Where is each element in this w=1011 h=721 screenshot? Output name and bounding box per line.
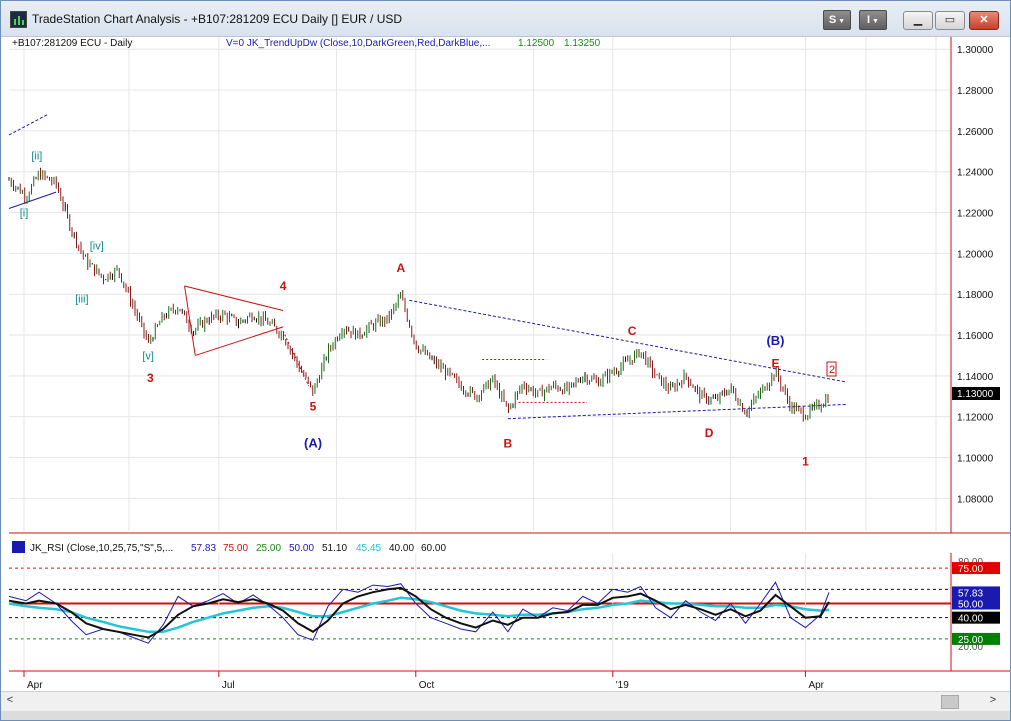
y-tick-label: 1.30000 [957, 45, 994, 56]
wave-label: [i] [20, 208, 29, 220]
rsi-panel[interactable] [9, 539, 951, 671]
rsi-value: 57.83 [191, 543, 216, 554]
scroll-thumb[interactable] [941, 695, 959, 709]
rsi-value: 50.00 [289, 543, 314, 554]
chart-window: TradeStation Chart Analysis - +B107:2812… [0, 0, 1011, 721]
y-tick-label: 1.12000 [957, 413, 994, 424]
indicator-label: V=0 JK_TrendUpDw (Close,10,DarkGreen,Red… [226, 38, 490, 49]
time-axis[interactable]: Apr Jul Oct '19 Apr [23, 671, 825, 691]
close-icon: ✕ [979, 14, 989, 26]
x-tick-label: Jul [222, 680, 235, 691]
rsi-value: 45.45 [356, 543, 381, 554]
wave-label: C [628, 324, 637, 338]
window-title: TradeStation Chart Analysis - +B107:2812… [32, 12, 403, 26]
last-price: 1.13000 [957, 389, 994, 400]
x-tick-label: Oct [419, 680, 435, 691]
y-tick-label: 1.26000 [957, 127, 994, 138]
indicator-value-1: 1.12500 [518, 38, 555, 49]
price-axis[interactable]: 1.30000 1.28000 1.26000 1.24000 1.22000 1.200… [957, 45, 994, 505]
wave-label: 5 [310, 400, 317, 414]
indicator-value-2: 1.13250 [564, 38, 601, 49]
symbol-label: +B107:281209 ECU - Daily [12, 38, 132, 49]
i-menu-button[interactable]: I ▼ [859, 10, 887, 30]
y-tick-label: 1.16000 [957, 331, 994, 342]
wave-label: 4 [280, 279, 287, 293]
title-bar: TradeStation Chart Analysis - +B107:2812… [1, 1, 1010, 37]
rsi-axis[interactable]: 80.0075.0057.8350.0040.0025.0020.00 [952, 557, 1000, 653]
wave-label: B [504, 436, 513, 450]
status-bar [1, 711, 1010, 720]
rsi-color-swatch [12, 541, 25, 553]
wave-label: [ii] [31, 150, 42, 162]
x-tick-label: '19 [616, 680, 629, 691]
wave-label: [iii] [75, 293, 88, 305]
wave-label: 1 [802, 455, 809, 469]
dropdown-arrow-icon: ▼ [836, 18, 846, 25]
rsi-value: 25.00 [256, 543, 281, 554]
y-tick-label: 1.18000 [957, 290, 994, 301]
y-tick-label: 1.22000 [957, 209, 994, 220]
wave-label: [iv] [90, 240, 104, 252]
rsi-axis-label: 75.00 [958, 564, 983, 575]
wave-label: 3 [147, 371, 154, 385]
wave-label: [v] [142, 351, 154, 363]
rsi-label: JK_RSI (Close,10,25,75,"S",5,... [30, 543, 173, 554]
wave-box-label: 2 [829, 364, 835, 376]
rsi-axis-label: 50.00 [958, 600, 983, 611]
rsi-axis-label: 40.00 [958, 614, 983, 625]
y-tick-label: 1.28000 [957, 86, 994, 97]
minimize-icon: ▁ [913, 14, 923, 26]
y-tick-label: 1.20000 [957, 249, 994, 260]
wave-label: (A) [304, 435, 322, 450]
y-tick-label: 1.10000 [957, 454, 994, 465]
scroll-right-icon[interactable]: > [986, 694, 1000, 706]
minimize-button[interactable]: ▁ [903, 11, 933, 30]
y-tick-label: 1.08000 [957, 494, 994, 505]
close-button[interactable]: ✕ [969, 11, 999, 30]
s-menu-button[interactable]: S ▼ [823, 10, 851, 30]
maximize-button[interactable]: ▭ [935, 11, 965, 30]
rsi-value: 60.00 [421, 543, 446, 554]
wave-label: A [396, 261, 405, 275]
rsi-axis-label: 20.00 [958, 642, 983, 653]
wave-label: D [705, 426, 714, 440]
dropdown-arrow-icon: ▼ [870, 18, 879, 25]
x-tick-label: Apr [808, 680, 824, 691]
horizontal-scrollbar[interactable]: < > [1, 691, 1010, 711]
rsi-value: 75.00 [223, 543, 248, 554]
scroll-left-icon[interactable]: < [3, 694, 17, 706]
y-tick-label: 1.24000 [957, 168, 994, 179]
wave-label: (B) [766, 333, 784, 348]
app-icon [10, 11, 27, 28]
chart-canvas[interactable]: [ii] [i] [iv] [iii] [v] 3 4 5 (A) A B C D (B) E 1 1.300… [1, 37, 1010, 691]
rsi-value: 51.10 [322, 543, 347, 554]
wave-label: E [771, 357, 779, 371]
x-tick-label: Apr [27, 680, 43, 691]
rsi-value: 40.00 [389, 543, 414, 554]
y-tick-label: 1.14000 [957, 372, 994, 383]
maximize-icon: ▭ [944, 14, 956, 26]
